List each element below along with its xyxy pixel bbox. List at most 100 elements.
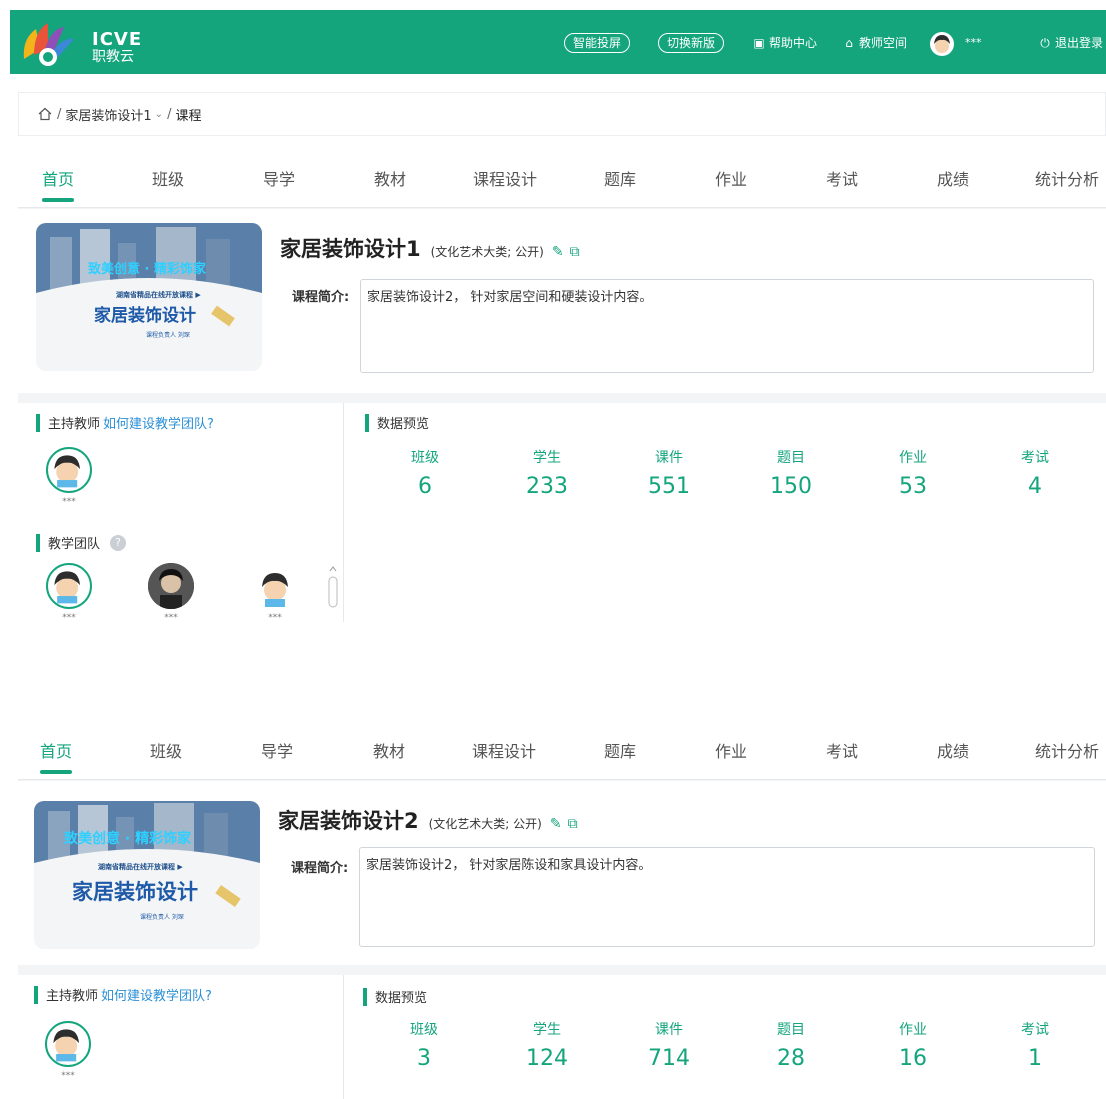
- stat-value: 1: [1028, 1046, 1042, 1071]
- host-teacher-label: 主持教师: [46, 989, 99, 1004]
- user-avatar[interactable]: [930, 32, 954, 56]
- copy-icon[interactable]: ⧉: [570, 244, 580, 260]
- stat-exams[interactable]: 考试 4: [995, 447, 1075, 499]
- team-member-avatar[interactable]: [46, 563, 92, 609]
- stats-column: 数据预览 班级 3 学生 124 课件 714 题目 28 作业 16 考试 1: [345, 975, 1106, 1099]
- help-center-label: 帮助中心: [769, 36, 818, 50]
- teacher-space-link[interactable]: ⌂ 教师空间: [842, 35, 907, 51]
- build-team-link[interactable]: 如何建设教学团队?: [103, 413, 214, 432]
- switch-version-button[interactable]: 切换新版: [658, 33, 725, 53]
- tab-statistics[interactable]: 统计分析: [1035, 738, 1099, 762]
- tab-guide[interactable]: 导学: [261, 738, 293, 762]
- tab-question-bank[interactable]: 题库: [604, 166, 636, 190]
- help-center-link[interactable]: ▣ 帮助中心: [752, 35, 817, 51]
- course-title-line: 家居装饰设计2 (文化艺术大类; 公开) ✎ ⧉: [278, 805, 578, 835]
- teacher-avatar-icon: [54, 455, 80, 488]
- host-teacher-heading: 主持教师 如何建设教学团队?: [36, 413, 214, 432]
- teacher-space-label: 教师空间: [859, 36, 908, 50]
- stats-column: 数据预览 班级 6 学生 233 课件 551 题目 150 作业 53 考试 …: [345, 403, 1106, 622]
- home-icon: ⌂: [845, 36, 853, 50]
- tab-course-design[interactable]: 课程设计: [472, 738, 536, 762]
- course-cover-image[interactable]: 致美创意 · 精彩饰家 湖南省精品在线开放课程 ▶ 家居装饰设计 课程负责人 刘…: [34, 801, 260, 949]
- heading-accent-bar: [36, 533, 40, 552]
- breadcrumb-separator: /: [57, 106, 62, 122]
- team-scrollbar[interactable]: [328, 565, 338, 619]
- stat-students[interactable]: 学生 124: [507, 1019, 587, 1071]
- tab-grades[interactable]: 成绩: [937, 166, 969, 190]
- tab-textbook[interactable]: 教材: [373, 738, 405, 762]
- tab-guide[interactable]: 导学: [263, 166, 295, 190]
- cover-author: 课程负责人 刘琛: [146, 331, 190, 339]
- stat-courseware[interactable]: 课件 714: [629, 1019, 709, 1071]
- description-label: 课程简介:: [291, 861, 349, 876]
- copy-icon[interactable]: ⧉: [568, 816, 578, 832]
- stat-students[interactable]: 学生 233: [507, 447, 587, 499]
- course-panel-1: 首页 班级 导学 教材 课程设计 题库 作业 考试 成绩 统计分析 致美创意 ·…: [18, 146, 1106, 623]
- tab-classes[interactable]: 班级: [152, 166, 184, 190]
- tab-homework[interactable]: 作业: [715, 166, 747, 190]
- power-icon: ⏻: [1040, 36, 1050, 50]
- tab-statistics[interactable]: 统计分析: [1035, 166, 1099, 190]
- edit-brush-icon[interactable]: ✎: [552, 244, 564, 260]
- tab-home[interactable]: 首页: [42, 166, 75, 202]
- stat-questions[interactable]: 题目 28: [751, 1019, 831, 1071]
- stat-label: 学生: [533, 1022, 561, 1038]
- teacher-avatar-icon: [54, 571, 80, 604]
- stat-homework[interactable]: 作业 53: [873, 447, 953, 499]
- teaching-team-label: 教学团队: [48, 537, 101, 552]
- build-team-link[interactable]: 如何建设教学团队?: [101, 985, 212, 1004]
- stat-label: 班级: [410, 1022, 438, 1038]
- user-name[interactable]: ***: [965, 36, 982, 49]
- stat-value: 150: [770, 474, 812, 499]
- brand: ICVE 职教云: [92, 31, 142, 65]
- course-info: 致美创意 · 精彩饰家 湖南省精品在线开放课程 ▶ 家居装饰设计 课程负责人 刘…: [18, 781, 1106, 965]
- stat-label: 题目: [777, 1022, 805, 1038]
- edit-brush-icon[interactable]: ✎: [550, 816, 562, 832]
- top-header: ICVE 职教云 智能投屏 切换新版 ▣ 帮助中心 ⌂ 教师空间 *** ⏻ 退出登录: [10, 10, 1106, 74]
- team-member-avatar[interactable]: [252, 565, 298, 611]
- stat-classes[interactable]: 班级 6: [385, 447, 465, 499]
- teacher-column: 主持教师 如何建设教学团队? ***: [18, 975, 344, 1099]
- stat-value: 4: [1028, 474, 1042, 499]
- logout-link[interactable]: ⏻ 退出登录: [1038, 35, 1103, 51]
- course-title: 家居装饰设计1: [280, 237, 421, 261]
- tab-classes[interactable]: 班级: [150, 738, 182, 762]
- description-label: 课程简介:: [292, 290, 350, 305]
- smart-cast-button[interactable]: 智能投屏: [564, 33, 631, 53]
- host-teacher-avatar[interactable]: [45, 1021, 91, 1067]
- stat-exams[interactable]: 考试 1: [995, 1019, 1075, 1071]
- help-question-icon[interactable]: ?: [110, 534, 127, 551]
- tab-question-bank[interactable]: 题库: [604, 738, 636, 762]
- cover-title: 家居装饰设计: [72, 880, 198, 904]
- stat-questions[interactable]: 题目 150: [751, 447, 831, 499]
- stat-label: 考试: [1021, 1022, 1049, 1038]
- stat-courseware[interactable]: 课件 551: [629, 447, 709, 499]
- breadcrumb: / 家居装饰设计1 ⌄ / 课程: [18, 92, 1106, 136]
- stat-classes[interactable]: 班级 3: [384, 1019, 464, 1071]
- tab-home[interactable]: 首页: [40, 738, 73, 774]
- host-teacher-avatar[interactable]: [46, 447, 92, 493]
- stat-value: 6: [418, 474, 432, 499]
- tab-course-design[interactable]: 课程设计: [473, 166, 537, 190]
- team-member-avatar[interactable]: [148, 563, 194, 609]
- stat-label: 课件: [655, 1022, 683, 1038]
- home-icon[interactable]: [37, 106, 53, 122]
- tab-homework[interactable]: 作业: [715, 738, 747, 762]
- stat-value: 551: [648, 474, 690, 499]
- brand-subtitle: 职教云: [92, 49, 134, 65]
- course-cover-image[interactable]: 致美创意 · 精彩饰家 湖南省精品在线开放课程 ▶ 家居装饰设计 课程负责人 刘…: [36, 223, 262, 371]
- cover-subtitle: 湖南省精品在线开放课程 ▶: [116, 290, 201, 299]
- heading-accent-bar: [363, 987, 367, 1006]
- course-title-line: 家居装饰设计1 (文化艺术大类; 公开) ✎ ⧉: [280, 233, 580, 263]
- tab-textbook[interactable]: 教材: [374, 166, 406, 190]
- tab-exam[interactable]: 考试: [826, 166, 858, 190]
- stat-label: 学生: [533, 450, 561, 466]
- stat-homework[interactable]: 作业 16: [873, 1019, 953, 1071]
- breadcrumb-course[interactable]: 家居装饰设计1: [65, 105, 151, 124]
- tab-grades[interactable]: 成绩: [937, 738, 969, 762]
- chevron-down-icon[interactable]: ⌄: [155, 109, 163, 120]
- teaching-team-heading: 教学团队 ?: [36, 533, 127, 552]
- team-member-name: ***: [164, 613, 178, 623]
- course-title: 家居装饰设计2: [278, 809, 419, 833]
- tab-exam[interactable]: 考试: [826, 738, 858, 762]
